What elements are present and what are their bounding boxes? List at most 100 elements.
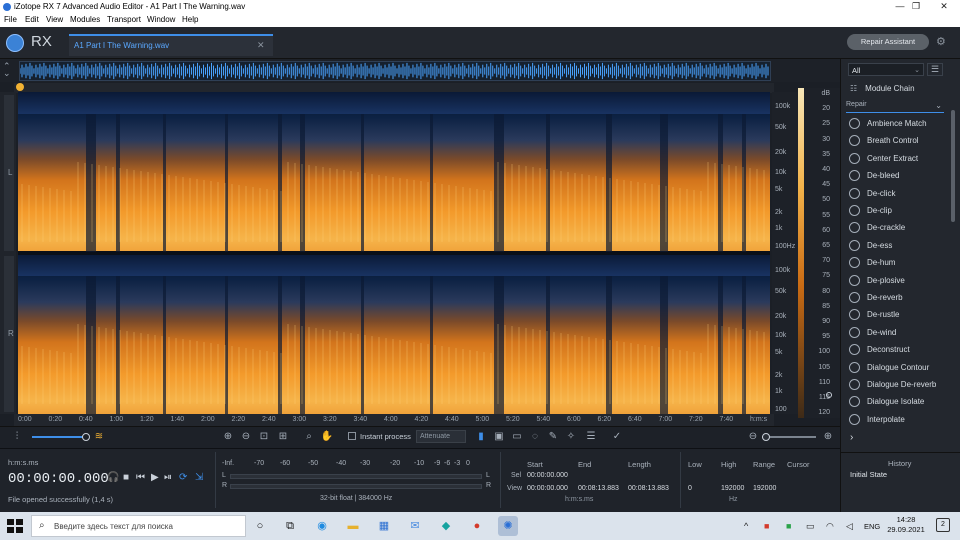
menu-transport[interactable]: Transport <box>107 15 141 24</box>
file-tab[interactable]: A1 Part I The Warning.wav ✕ <box>69 34 273 56</box>
waveform-view-icon[interactable]: ⫶ <box>10 430 24 444</box>
rx-settings-icon[interactable]: ⚙ <box>936 35 946 48</box>
module-item[interactable]: De-hum <box>849 257 945 274</box>
close-window-button[interactable]: ✕ <box>932 0 956 14</box>
zoom-tool-icon[interactable]: ⌕ <box>302 430 316 444</box>
play-button[interactable]: ▶ <box>151 472 159 483</box>
instant-process-checkbox[interactable] <box>348 432 356 440</box>
playhead-marker-icon[interactable] <box>16 83 24 91</box>
module-item[interactable]: De-click <box>849 187 945 205</box>
module-list-view-icon[interactable]: ☰ <box>927 63 943 76</box>
module-item[interactable]: Dialogue De-reverb <box>849 379 945 396</box>
battery-icon[interactable]: ▭ <box>806 521 815 532</box>
izotope-rx-taskbar-icon[interactable]: ✺ <box>498 516 518 536</box>
history-item[interactable]: Initial State <box>850 470 887 479</box>
menu-help[interactable]: Help <box>182 15 198 24</box>
sel-start-value[interactable]: 00:00:00.000 <box>527 472 568 479</box>
language-indicator[interactable]: ENG <box>864 522 880 531</box>
taskbar-search[interactable]: ⌕ Введите здесь текст для поиска <box>31 515 246 537</box>
menu-window[interactable]: Window <box>147 15 175 24</box>
timeline-ruler[interactable]: 0:00 0:20 0:40 1:00 1:20 1:40 2:00 2:20 2:40 3:00… <box>14 414 774 426</box>
zoom-in-icon[interactable]: ⊕ <box>221 430 235 444</box>
view-length-value[interactable]: 00:08:13.883 <box>628 485 669 492</box>
module-item[interactable]: Interpolate <box>849 413 945 431</box>
module-item[interactable]: Dialogue Isolate <box>849 396 945 413</box>
module-item[interactable]: Breath Control <box>849 135 945 152</box>
store-icon[interactable]: ▦ <box>374 516 394 536</box>
previous-button[interactable]: ⏮ <box>136 472 145 483</box>
db-range-knob-icon[interactable] <box>826 392 832 398</box>
hand-tool-icon[interactable]: ✋ <box>320 430 334 444</box>
menu-modules[interactable]: Modules <box>70 15 100 24</box>
mail-icon[interactable]: ✉ <box>405 516 425 536</box>
tray-app-icon[interactable]: ■ <box>764 521 769 531</box>
windows-start-icon[interactable] <box>6 518 24 534</box>
lasso-selection-icon[interactable]: ◌ <box>528 430 542 444</box>
time-selection-icon[interactable]: ▮ <box>474 430 488 444</box>
time-format-label[interactable]: h:m:s.ms <box>8 458 38 467</box>
instant-process-mode-select[interactable]: Attenuate <box>416 430 466 443</box>
module-item[interactable]: De-wind <box>849 326 945 344</box>
record-mode-button[interactable]: ⇲ <box>195 472 203 483</box>
zoom-in-time-icon[interactable]: ⊕ <box>821 430 835 444</box>
repair-assistant-button[interactable]: Repair Assistant <box>847 34 929 50</box>
module-item[interactable]: De-rustle <box>849 309 945 326</box>
harmonic-selection-icon[interactable]: ☰ <box>584 430 598 444</box>
zoom-out-icon[interactable]: ⊖ <box>239 430 253 444</box>
chrome-icon[interactable]: ● <box>467 516 487 536</box>
more-modules-icon[interactable]: › <box>850 432 853 443</box>
zoom-out-time-icon[interactable]: ⊖ <box>746 430 760 444</box>
module-item[interactable]: De-bleed <box>849 170 945 187</box>
edge-icon[interactable]: ◉ <box>312 516 332 536</box>
monitor-icon[interactable]: 🎧 <box>107 472 119 483</box>
overview-waveform[interactable] <box>19 61 771 81</box>
spectrogram-view-icon[interactable]: ≋ <box>92 430 106 444</box>
play-selection-button[interactable]: ⏯ <box>164 472 172 483</box>
blend-slider-knob[interactable] <box>82 433 90 441</box>
view-start-value[interactable]: 00:00:00.000 <box>527 485 568 492</box>
file-explorer-icon[interactable]: ▬ <box>343 516 363 536</box>
photos-icon[interactable]: ◆ <box>436 516 456 536</box>
snap-icon[interactable]: ✓ <box>610 430 624 444</box>
menu-edit[interactable]: Edit <box>25 15 39 24</box>
waveform-spectrogram-blend-slider[interactable] <box>32 436 86 438</box>
notification-center-icon[interactable]: 2 <box>936 518 950 532</box>
module-item[interactable]: Ambience Match <box>849 118 945 135</box>
volume-icon[interactable]: ◁ <box>846 521 853 532</box>
module-item[interactable]: De-crackle <box>849 222 945 239</box>
instant-process-toggle[interactable]: Instant process <box>348 432 411 441</box>
close-tab-icon[interactable]: ✕ <box>257 40 265 51</box>
maximize-button[interactable]: ❐ <box>904 0 928 14</box>
module-item[interactable]: De-reverb <box>849 292 945 309</box>
time-zoom-knob[interactable] <box>762 433 770 441</box>
brush-selection-icon[interactable]: ✎ <box>546 430 560 444</box>
stop-button[interactable]: ■ <box>123 472 129 483</box>
module-item[interactable]: De-ess <box>849 239 945 257</box>
collapse-overview-icon[interactable]: ⌃ ⌄ <box>3 62 11 78</box>
zoom-fit-icon[interactable]: ⊞ <box>276 430 290 444</box>
module-item[interactable]: De-plosive <box>849 274 945 292</box>
loop-button[interactable]: ⟳ <box>179 472 187 483</box>
menu-view[interactable]: View <box>46 15 63 24</box>
time-zoom-slider[interactable] <box>762 436 816 438</box>
module-item[interactable]: De-clip <box>849 205 945 222</box>
module-item[interactable]: Center Extract <box>849 152 945 170</box>
tray-overflow-icon[interactable]: ^ <box>744 521 748 531</box>
view-range-value[interactable]: 192000 <box>753 485 776 492</box>
view-high-value[interactable]: 192000 <box>721 485 744 492</box>
cortana-icon[interactable]: ○ <box>250 516 270 536</box>
menu-file[interactable]: File <box>4 15 17 24</box>
wifi-icon[interactable]: ◠ <box>826 521 834 532</box>
spectrogram-display[interactable] <box>18 92 770 414</box>
repair-category-header[interactable]: Repair ⌄ <box>846 101 944 113</box>
rect-selection-icon[interactable]: ▣ <box>492 430 506 444</box>
module-chain-button[interactable]: ☷ Module Chain <box>850 84 915 93</box>
magic-wand-icon[interactable]: ✧ <box>564 430 578 444</box>
zoom-selection-icon[interactable]: ⊡ <box>257 430 271 444</box>
module-filter-select[interactable]: All ⌄ <box>848 63 924 76</box>
system-clock[interactable]: 14:28 29.09.2021 <box>884 515 928 535</box>
tray-app-icon[interactable]: ■ <box>786 521 791 531</box>
task-view-icon[interactable]: ⧉ <box>280 516 300 536</box>
module-item[interactable]: Deconstruct <box>849 344 945 361</box>
module-list-scrollbar[interactable] <box>951 110 955 222</box>
